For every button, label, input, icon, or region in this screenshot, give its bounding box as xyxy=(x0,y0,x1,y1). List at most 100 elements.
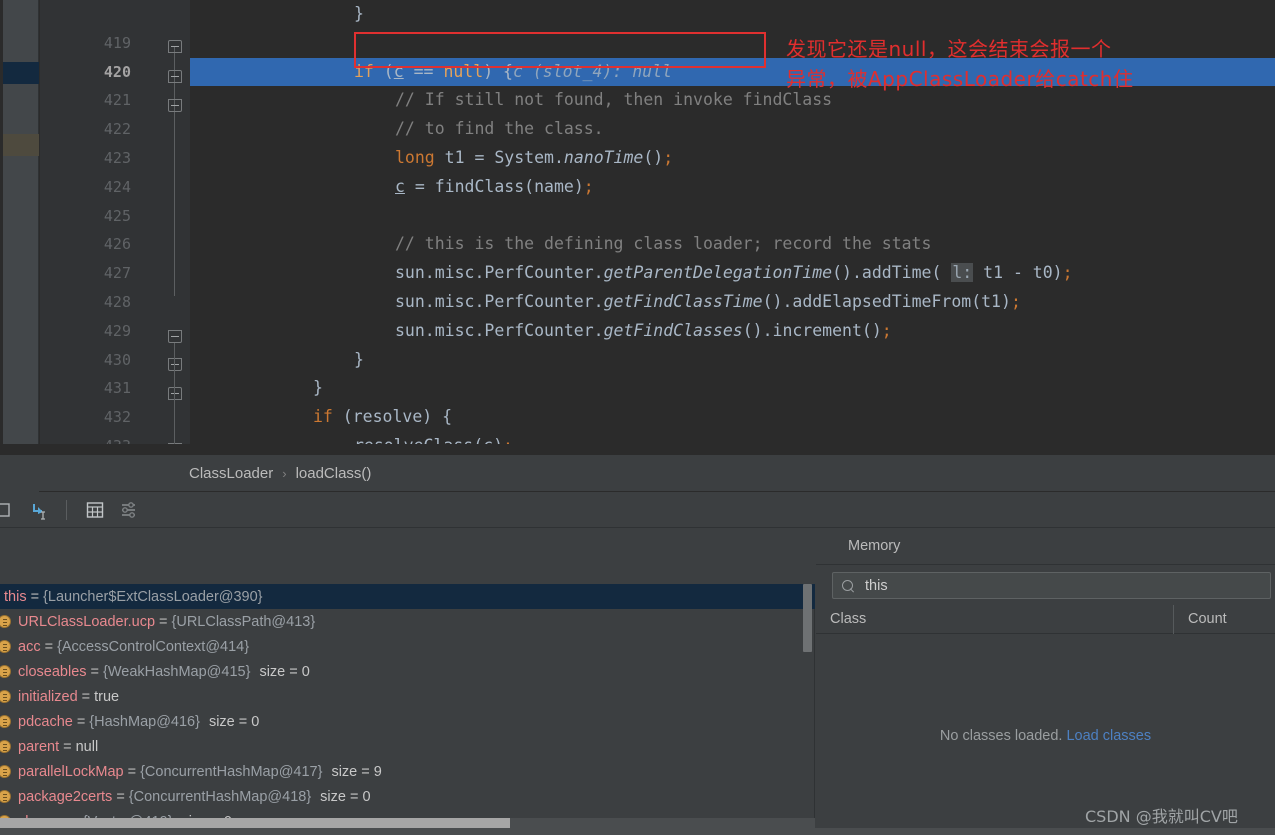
line-number: 426 xyxy=(103,235,131,254)
variable-size: size = 0 xyxy=(259,663,310,680)
field-icon xyxy=(0,790,11,803)
variables-panel[interactable]: this = {Launcher$ExtClassLoader@390} URL… xyxy=(0,528,815,835)
editor-hscrollbar-track[interactable] xyxy=(0,444,1275,455)
variable-row[interactable]: closeables = {WeakHashMap@415} size = 0 xyxy=(0,659,815,684)
line-number: 431 xyxy=(103,379,131,398)
variable-name: URLClassLoader.ucp xyxy=(18,613,156,630)
field-icon xyxy=(0,715,11,728)
variable-row[interactable]: acc = {AccessControlContext@414} xyxy=(0,634,815,659)
debugger-toolbar[interactable] xyxy=(0,492,1275,528)
code-line[interactable] xyxy=(190,202,1275,231)
breadcrumb-class[interactable]: ClassLoader xyxy=(189,465,273,482)
code-keyword: null xyxy=(443,61,484,81)
variable-value: null xyxy=(75,738,99,755)
variables-list[interactable]: this = {Launcher$ExtClassLoader@390} URL… xyxy=(0,584,815,835)
code-method: getFindClassTime xyxy=(603,291,763,311)
evaluate-expression-icon[interactable] xyxy=(0,500,14,520)
code-editor[interactable]: 419 420 421 422 423 424 425 426 427 428 … xyxy=(0,0,1275,484)
code-keyword: long xyxy=(395,147,435,167)
line-number: 422 xyxy=(103,120,131,139)
variable-value: true xyxy=(94,688,120,705)
variable-row[interactable]: package2certs = {ConcurrentHashMap@418} … xyxy=(0,784,815,809)
variable-row[interactable]: parent = null xyxy=(0,734,815,759)
variable-value: {WeakHashMap@415} xyxy=(102,663,251,680)
code-text: } xyxy=(354,349,364,369)
code-line[interactable]: long t1 = System.nanoTime(); xyxy=(190,144,1275,173)
code-keyword: if xyxy=(313,407,333,427)
code-line[interactable]: sun.misc.PerfCounter.getParentDelegation… xyxy=(190,259,1275,288)
memory-search-value: this xyxy=(865,577,888,594)
marker-highlight-olive[interactable] xyxy=(3,134,39,156)
fold-collapse-icon[interactable] xyxy=(168,330,182,343)
code-method: nanoTime xyxy=(563,147,644,167)
column-header-class[interactable]: Class xyxy=(816,611,1173,627)
code-line[interactable] xyxy=(190,29,1275,58)
breadcrumb-method[interactable]: loadClass() xyxy=(296,465,372,482)
step-into-icon[interactable] xyxy=(28,500,48,520)
variables-vscrollbar-thumb[interactable] xyxy=(803,584,812,652)
variable-equals: = xyxy=(81,688,91,705)
code-line[interactable]: } xyxy=(190,346,1275,375)
chevron-right-icon: › xyxy=(282,465,287,481)
editor-marker-strip[interactable] xyxy=(0,0,39,455)
line-number: 424 xyxy=(103,177,131,196)
code-text: } xyxy=(354,4,364,23)
fold-collapse-icon[interactable] xyxy=(168,70,182,83)
variable-equals: = xyxy=(30,588,40,605)
variable-row[interactable]: parallelLockMap = {ConcurrentHashMap@417… xyxy=(0,759,815,784)
tab-memory[interactable]: Memory xyxy=(816,528,1275,565)
variable-equals: = xyxy=(90,663,99,680)
variable-row-this[interactable]: this = {Launcher$ExtClassLoader@390} xyxy=(0,584,815,609)
code-line[interactable]: sun.misc.PerfCounter.getFindClasses().in… xyxy=(190,317,1275,346)
variables-hscrollbar-thumb[interactable] xyxy=(0,818,510,828)
settings-list-icon[interactable] xyxy=(119,500,139,520)
fold-region-line xyxy=(174,343,175,448)
variable-value: {ConcurrentHashMap@418} xyxy=(128,788,312,805)
variable-equals: = xyxy=(63,738,72,755)
variable-name: closeables xyxy=(18,663,87,680)
debugger-panel: this = {Launcher$ExtClassLoader@390} URL… xyxy=(0,492,1275,835)
bottom-strip xyxy=(0,828,1275,835)
breadcrumb[interactable]: ClassLoader › loadClass() xyxy=(39,455,1275,492)
field-icon xyxy=(0,765,11,778)
line-number-column: 419 420 421 422 423 424 425 426 427 428 … xyxy=(40,0,145,490)
column-header-count[interactable]: Count xyxy=(1174,611,1227,627)
variable-size: size = 0 xyxy=(320,788,371,805)
editor-fold-column[interactable] xyxy=(160,0,190,456)
code-line[interactable]: // to find the class. xyxy=(190,115,1275,144)
line-number: 419 xyxy=(103,33,131,52)
line-number: 421 xyxy=(103,91,131,110)
code-line-current[interactable]: if (c == null) {c (slot_4): null xyxy=(190,57,1275,87)
code-lines[interactable]: } if (c == null) {c (slot_4): null // If… xyxy=(190,0,1275,455)
variable-row[interactable]: pdcache = {HashMap@416} size = 0 xyxy=(0,709,815,734)
variable-value: {URLClassPath@413} xyxy=(171,613,316,630)
code-line[interactable]: if (resolve) { xyxy=(190,403,1275,432)
fold-collapse-icon[interactable] xyxy=(168,40,182,53)
variable-row[interactable]: initialized = true xyxy=(0,684,815,709)
fold-collapse-icon[interactable] xyxy=(168,358,182,371)
code-line[interactable]: sun.misc.PerfCounter.getFindClassTime().… xyxy=(190,288,1275,317)
memory-panel[interactable]: Memory this Class Count No classes loade… xyxy=(816,528,1275,835)
breadcrumb-left-fill xyxy=(0,455,39,492)
watermark: CSDN @我就叫CV吧 xyxy=(1085,807,1238,826)
memory-table-header[interactable]: Class Count xyxy=(816,604,1275,634)
variables-hscrollbar-track[interactable] xyxy=(0,818,815,828)
calculator-icon[interactable] xyxy=(85,500,105,520)
field-icon xyxy=(0,615,11,628)
code-line[interactable]: c = findClass(name); xyxy=(190,173,1275,202)
fold-collapse-icon[interactable] xyxy=(168,387,182,400)
line-number: 432 xyxy=(103,408,131,427)
marker-bookmark-blue[interactable] xyxy=(3,62,39,84)
fold-collapse-icon[interactable] xyxy=(168,99,182,112)
code-line[interactable]: // If still not found, then invoke findC… xyxy=(190,86,1275,115)
memory-search-input[interactable]: this xyxy=(832,572,1271,599)
field-icon xyxy=(0,690,11,703)
load-classes-link[interactable]: Load classes xyxy=(1066,728,1151,744)
code-comment: // this is the defining class loader; re… xyxy=(395,234,932,254)
code-line[interactable]: } xyxy=(190,374,1275,403)
code-line[interactable]: // this is the defining class loader; re… xyxy=(190,230,1275,259)
code-keyword: if xyxy=(354,61,374,81)
line-number: 423 xyxy=(103,148,131,167)
variable-row[interactable]: URLClassLoader.ucp = {URLClassPath@413} xyxy=(0,609,815,634)
code-line[interactable]: } xyxy=(190,0,1275,29)
